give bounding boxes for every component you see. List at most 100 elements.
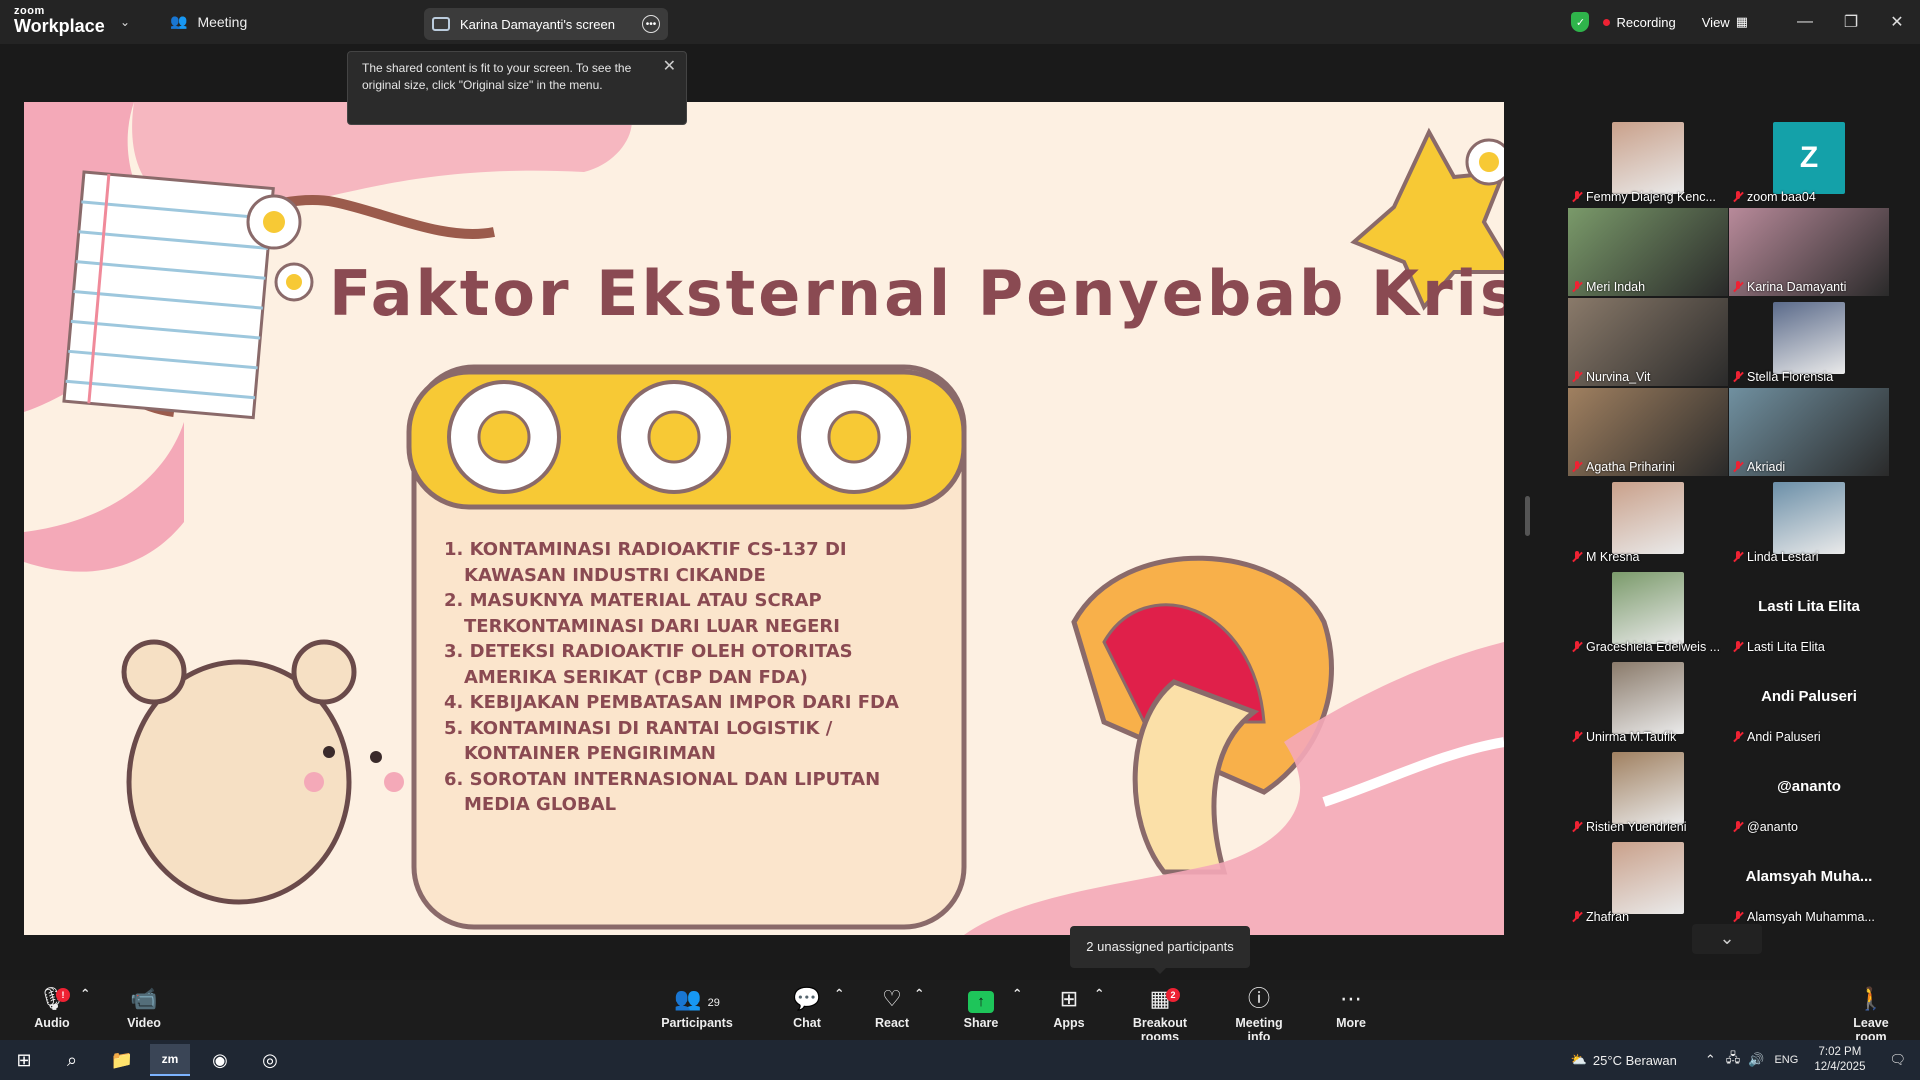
clock-date: 12/4/2025 xyxy=(1814,1061,1866,1073)
participant-name: Unirma M.Taufik xyxy=(1572,730,1676,744)
microphone-muted-icon: 🎙 xyxy=(38,986,66,1011)
speaker-icon[interactable]: 🔊 xyxy=(1748,1052,1764,1068)
react-button[interactable]: ♡ React xyxy=(874,986,910,1030)
participant-tile[interactable]: Lasti Lita Elita Lasti Lita Elita xyxy=(1729,568,1889,656)
participant-tile[interactable]: M Kresna xyxy=(1568,478,1728,566)
participant-tile[interactable]: Ristien Yuendrieni xyxy=(1568,748,1728,836)
minimize-icon[interactable]: — xyxy=(1782,13,1828,31)
chevron-up-icon[interactable]: ⌃ xyxy=(1094,986,1104,1001)
more-button[interactable]: ⋯ More xyxy=(1334,986,1368,1030)
breakout-rooms-button[interactable]: ▦ Breakout rooms 2 xyxy=(1116,986,1204,1044)
video-button[interactable]: 📹 Video xyxy=(120,986,168,1030)
participant-tile[interactable]: Femmy Diajeng Kenc... xyxy=(1568,118,1728,206)
chevron-up-icon[interactable]: ⌃ xyxy=(834,986,844,1001)
title-bar: zoom Workplace ⌄ 👥 Meeting Karina Damaya… xyxy=(0,0,1920,44)
chevron-down-icon[interactable]: ⌄ xyxy=(1692,924,1762,954)
chat-button[interactable]: 💬 Chat xyxy=(790,986,824,1030)
participant-tile[interactable]: Alamsyah Muha... Alamsyah Muhamma... xyxy=(1729,838,1889,926)
language-indicator[interactable]: ENG xyxy=(1774,1054,1798,1066)
avatar xyxy=(1612,572,1684,644)
view-button[interactable]: View ▦ xyxy=(1702,14,1748,30)
participant-tile[interactable]: Unirma M.Taufik xyxy=(1568,658,1728,746)
participant-name-label: Meri Indah xyxy=(1586,280,1646,294)
participant-tile[interactable]: Nurvina_Vit xyxy=(1568,298,1728,386)
participant-name-label: zoom baa04 xyxy=(1747,190,1816,204)
chrome-icon[interactable]: ◎ xyxy=(250,1044,290,1076)
microphone-muted-icon xyxy=(1572,641,1582,653)
participant-name-label: Alamsyah Muhamma... xyxy=(1747,910,1875,924)
microphone-muted-icon xyxy=(1572,821,1582,833)
participant-tile[interactable]: Akriadi xyxy=(1729,388,1889,476)
close-icon[interactable]: ✕ xyxy=(663,58,676,75)
participant-name: Lasti Lita Elita xyxy=(1733,640,1825,654)
close-icon[interactable]: ✕ xyxy=(1874,12,1920,32)
microphone-muted-icon xyxy=(1572,191,1582,203)
zoom-logo: zoom Workplace xyxy=(14,6,105,36)
participant-name-label: @ananto xyxy=(1747,820,1798,834)
camera-app-icon[interactable]: ◉ xyxy=(200,1044,240,1076)
participants-button[interactable]: 👥 29 Participants xyxy=(660,986,734,1030)
grid-icon: ▦ xyxy=(1735,14,1748,29)
audio-alert-badge: ! xyxy=(56,988,70,1002)
participant-name-label: Agatha Priharini xyxy=(1586,460,1675,474)
participant-tile[interactable]: Graceshiela Edelweis ... xyxy=(1568,568,1728,656)
participant-tile[interactable]: Linda Lestari xyxy=(1729,478,1889,566)
meeting-tab[interactable]: 👥 Meeting xyxy=(170,13,247,30)
weather-text[interactable]: 25°C Berawan xyxy=(1593,1053,1677,1068)
info-icon: ⓘ xyxy=(1247,986,1270,1011)
chat-label: Chat xyxy=(793,1016,821,1030)
slide-list: 1. KONTAMINASI RADIOAKTIF CS-137 DI KAWA… xyxy=(444,537,924,818)
windows-taskbar: ⊞ ⌕ 📁 zm ◉ ◎ ⛅ 25°C Berawan ⌃ 🖧 🔊 ENG 7:… xyxy=(0,1040,1920,1080)
meeting-info-button[interactable]: ⓘ Meeting info xyxy=(1224,986,1294,1044)
participant-tile[interactable]: Karina Damayanti xyxy=(1729,208,1889,296)
participant-tile[interactable]: Agatha Priharini xyxy=(1568,388,1728,476)
notification-icon[interactable]: 🗨 xyxy=(1889,1052,1906,1068)
react-label: React xyxy=(874,1016,910,1030)
recording-indicator[interactable]: Recording xyxy=(1603,15,1676,30)
participant-tile[interactable]: Stella Florensia xyxy=(1729,298,1889,386)
panel-resize-handle[interactable] xyxy=(1525,496,1530,536)
more-options-icon[interactable]: ••• xyxy=(642,15,660,33)
participant-name: Meri Indah xyxy=(1572,280,1645,294)
search-icon[interactable]: ⌕ xyxy=(52,1044,92,1076)
security-shield-icon[interactable]: ✓ xyxy=(1571,12,1590,32)
audio-button[interactable]: 🎙 Audio ! xyxy=(28,986,76,1030)
apps-button[interactable]: ⊞ Apps xyxy=(1052,986,1086,1030)
participants-label: Participants xyxy=(661,1016,733,1030)
participant-tile[interactable]: Andi Paluseri Andi Paluseri xyxy=(1729,658,1889,746)
avatar xyxy=(1612,752,1684,824)
leave-room-icon: 🚶 xyxy=(1857,986,1885,1011)
microphone-muted-icon xyxy=(1572,371,1582,383)
shared-screen-tab[interactable]: Karina Damayanti's screen ••• xyxy=(424,8,668,40)
leave-room-button[interactable]: 🚶 Leave room xyxy=(1838,986,1904,1044)
share-button[interactable]: ↑ Share xyxy=(962,986,1000,1030)
chat-icon: 💬 xyxy=(793,986,821,1011)
audio-label: Audio xyxy=(34,1016,70,1030)
windows-start-icon[interactable]: ⊞ xyxy=(4,1044,44,1076)
share-label: Share xyxy=(963,1016,999,1030)
restore-icon[interactable]: ❐ xyxy=(1828,12,1874,32)
microphone-muted-icon xyxy=(1733,731,1743,743)
participant-tile[interactable]: Meri Indah xyxy=(1568,208,1728,296)
weather-icon: ⛅ xyxy=(1570,1052,1587,1067)
avatar xyxy=(1773,482,1845,554)
chevron-up-icon[interactable]: ⌃ xyxy=(914,986,924,1001)
participant-name: Agatha Priharini xyxy=(1572,460,1675,474)
chevron-up-icon[interactable]: ⌃ xyxy=(80,986,90,1001)
participant-name: Nurvina_Vit xyxy=(1572,370,1650,384)
fit-screen-notice: The shared content is fit to your screen… xyxy=(347,51,687,125)
zoom-app-icon[interactable]: zm xyxy=(150,1044,190,1076)
participant-tile[interactable]: Zzoom baa04 xyxy=(1729,118,1889,206)
network-icon[interactable]: 🖧 xyxy=(1726,1049,1741,1071)
system-clock[interactable]: 7:02 PM 12/4/2025 xyxy=(1814,1045,1865,1075)
clock-time: 7:02 PM xyxy=(1818,1046,1862,1058)
participant-tile[interactable]: @ananto @ananto xyxy=(1729,748,1889,836)
microphone-muted-icon xyxy=(1733,281,1743,293)
participant-tile[interactable]: Zhafran xyxy=(1568,838,1728,926)
chevron-up-icon[interactable]: ⌃ xyxy=(1705,1052,1716,1068)
chevron-down-icon[interactable]: ⌄ xyxy=(120,15,130,29)
chevron-up-icon[interactable]: ⌃ xyxy=(1012,986,1022,1001)
microphone-muted-icon xyxy=(1733,641,1743,653)
participant-name-label: Akriadi xyxy=(1747,460,1786,474)
file-explorer-icon[interactable]: 📁 xyxy=(102,1044,142,1076)
